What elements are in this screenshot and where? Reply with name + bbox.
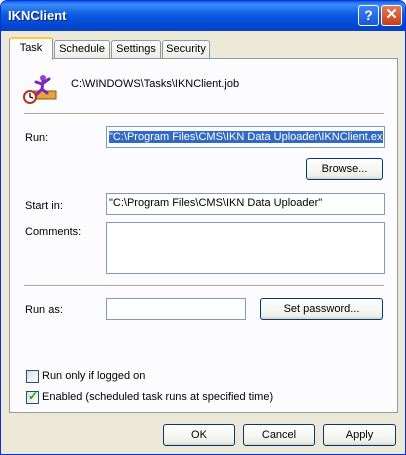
start-in-input[interactable]: "C:\Program Files\CMS\IKN Data Uploader"	[106, 193, 385, 215]
browse-button[interactable]: Browse...	[306, 158, 383, 180]
set-password-button[interactable]: Set password...	[260, 298, 383, 320]
tab-settings-label: Settings	[116, 43, 156, 55]
browse-button-label: Browse...	[321, 163, 368, 175]
close-button[interactable]: ✕	[381, 5, 402, 26]
run-label: Run:	[25, 132, 49, 144]
start-in-value: "C:\Program Files\CMS\IKN Data Uploader"	[109, 197, 323, 209]
checkmark-icon: ✓	[28, 389, 39, 403]
comments-label: Comments:	[25, 226, 82, 238]
separator-top	[24, 113, 384, 115]
cancel-button-label: Cancel	[261, 429, 297, 441]
task-scheduler-icon	[23, 73, 57, 105]
apply-button[interactable]: Apply	[323, 424, 396, 446]
ok-button-label: OK	[191, 429, 207, 441]
run-as-label: Run as:	[25, 304, 63, 316]
set-password-button-label: Set password...	[283, 303, 360, 315]
run-input[interactable]: "C:\Program Files\CMS\IKN Data Uploader\…	[106, 126, 385, 148]
run-only-logged-on-checkbox[interactable]	[26, 370, 39, 383]
enabled-label[interactable]: Enabled (scheduled task runs at specifie…	[42, 391, 273, 403]
comments-textarea[interactable]	[106, 222, 385, 274]
help-button[interactable]: ?	[358, 5, 379, 26]
start-in-label: Start in:	[25, 200, 63, 212]
title-bar[interactable]: IKNClient ? ✕	[1, 1, 405, 31]
ok-button[interactable]: OK	[163, 424, 235, 446]
run-as-input[interactable]	[106, 298, 246, 320]
help-icon: ?	[364, 7, 373, 23]
enabled-checkbox[interactable]: ✓	[26, 389, 39, 404]
tab-settings[interactable]: Settings	[111, 40, 161, 59]
tab-security[interactable]: Security	[162, 40, 210, 59]
separator-middle	[24, 285, 384, 287]
task-properties-dialog: IKNClient ? ✕ Task Schedule Settings Sec…	[0, 0, 406, 455]
task-file-path: C:\WINDOWS\Tasks\IKNClient.job	[71, 78, 240, 90]
run-only-logged-on-label[interactable]: Run only if logged on	[42, 370, 145, 382]
run-input-value: "C:\Program Files\CMS\IKN Data Uploader\…	[109, 131, 383, 143]
apply-button-label: Apply	[345, 429, 374, 441]
tab-security-label: Security	[166, 43, 206, 55]
tab-task[interactable]: Task	[9, 37, 53, 60]
window-title: IKNClient	[8, 8, 67, 23]
tab-schedule-label: Schedule	[59, 43, 105, 55]
cancel-button[interactable]: Cancel	[243, 424, 315, 446]
tab-schedule[interactable]: Schedule	[54, 40, 110, 59]
tab-task-label: Task	[19, 42, 43, 54]
close-icon: ✕	[385, 6, 398, 23]
